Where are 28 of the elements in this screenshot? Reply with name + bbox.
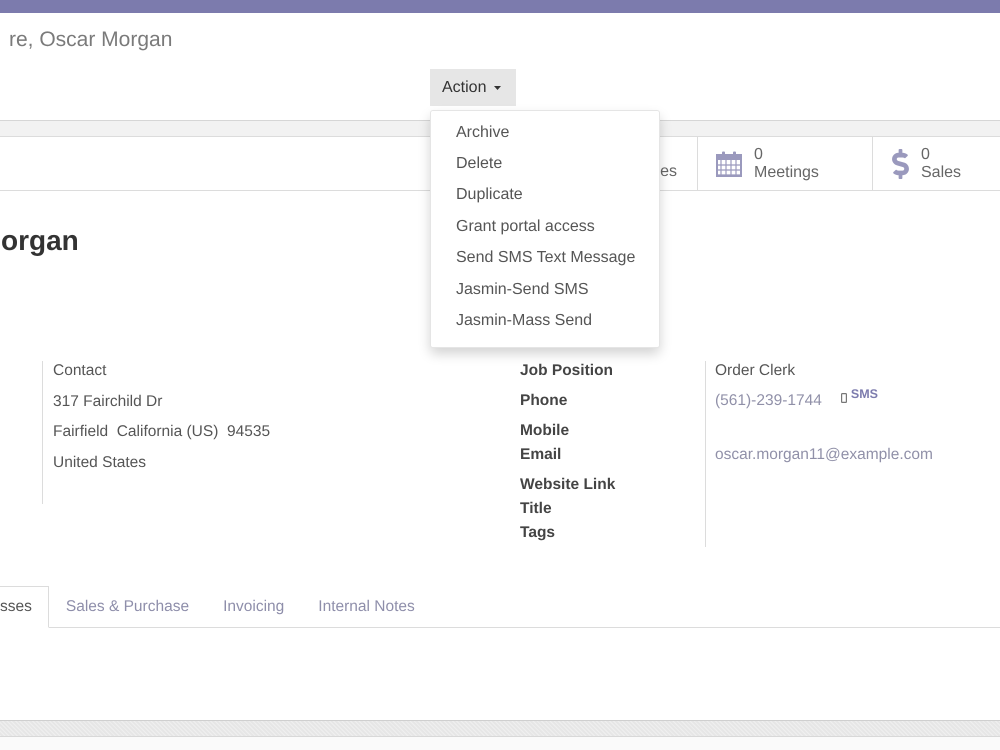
menu-item[interactable]: Send SMS Text Message xyxy=(431,242,659,274)
menu-item[interactable]: Archive xyxy=(431,117,659,148)
dollar-icon xyxy=(892,148,908,178)
field-label: Mobile xyxy=(520,421,570,441)
address-line: 317 Fairchild Dr xyxy=(53,392,162,412)
menu-item[interactable]: Duplicate xyxy=(431,180,659,212)
caret-icon xyxy=(494,86,502,90)
calendar-icon xyxy=(716,150,742,176)
field-label: Tags xyxy=(520,523,556,543)
field-label: Job Position xyxy=(520,361,613,381)
menu-item[interactable]: Grant portal access xyxy=(431,211,659,242)
sms-link[interactable]: SMS xyxy=(840,387,878,403)
field-value: Order Clerk xyxy=(715,361,796,381)
field-label: Email xyxy=(520,445,562,465)
menu-item[interactable]: Delete xyxy=(431,148,659,180)
field-label: Phone xyxy=(520,391,568,411)
tab[interactable]: sses xyxy=(0,586,49,628)
action-button[interactable]: Action xyxy=(430,69,516,106)
menu-item[interactable]: Jasmin-Send SMS xyxy=(431,274,659,306)
partner-name: organ xyxy=(1,224,79,258)
address-line: Fairfield California (US) 94535 xyxy=(53,422,270,442)
field-label: Title xyxy=(520,499,552,519)
field-label: Website Link xyxy=(520,475,616,495)
menu-item[interactable]: Jasmin-Mass Send xyxy=(431,305,659,337)
address-line: United States xyxy=(53,452,146,472)
address-type: Contact xyxy=(53,361,106,381)
breadcrumb: re, Oscar Morgan xyxy=(9,27,172,53)
mobile-phone-icon xyxy=(840,393,847,403)
